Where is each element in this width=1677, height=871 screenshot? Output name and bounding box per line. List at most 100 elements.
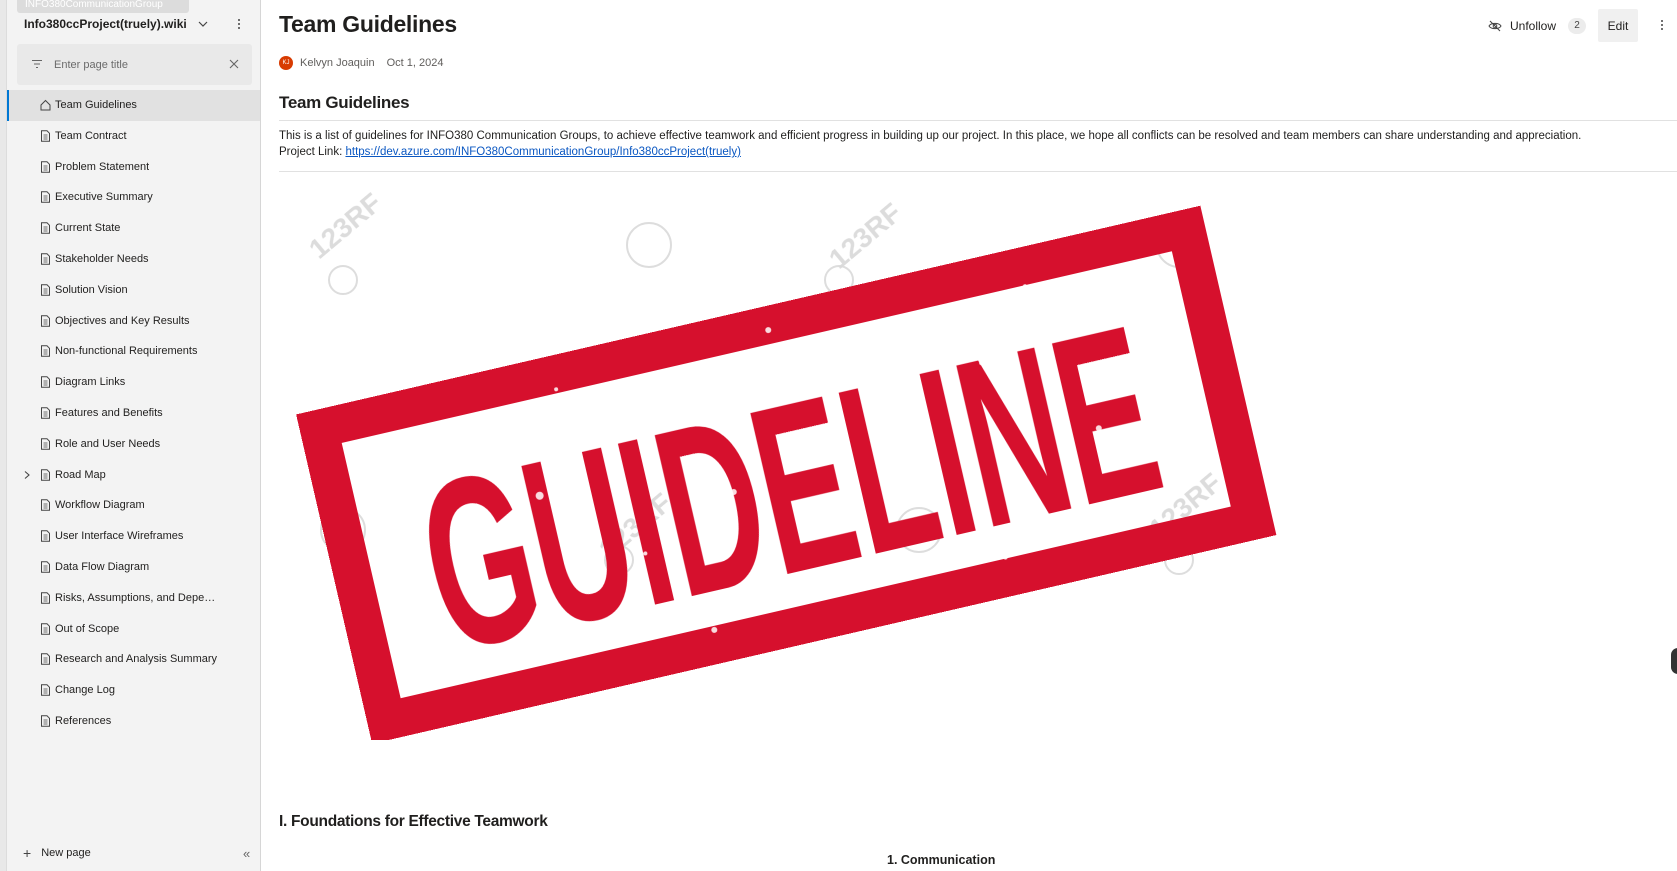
page-tree-item[interactable]: References [7,706,260,737]
page-tree-item[interactable]: Research and Analysis Summary [7,644,260,675]
page-icon [41,407,50,419]
page-tree-item[interactable]: Diagram Links [7,367,260,398]
page-filter [17,44,252,85]
page-tree-item-label: Problem Statement [55,160,150,173]
author-name[interactable]: Kelvyn Joaquin [300,57,375,69]
page-tree-item[interactable]: Risks, Assumptions, and Depen... [7,583,260,614]
svg-text:123RF: 123RF [823,197,907,275]
stamp: GUIDELINE [296,205,1277,744]
follower-count-badge: 2 [1568,18,1587,34]
page-icon [41,561,50,573]
page-tree-item-label: Data Flow Diagram [55,560,150,573]
page-more-options-icon[interactable] [1661,18,1665,32]
page-tree-item-label: Objectives and Key Results [55,314,190,327]
org-name-tab[interactable]: INFO380CommunicationGroup [17,0,189,13]
page-tree-item-label: Out of Scope [55,622,120,635]
author-info: KJ Kelvyn Joaquin Oct 1, 2024 [279,56,443,70]
page-tree-item[interactable]: Role and User Needs [7,429,260,460]
wiki-selector[interactable]: Info380ccProject(truely).wiki [24,15,209,33]
page-tree-item[interactable]: Problem Statement [7,152,260,183]
home-icon [40,99,51,111]
page-tree-item[interactable]: Current State [7,213,260,244]
heading-divider [279,120,1677,121]
page-tree-item[interactable]: Workflow Diagram [7,490,260,521]
wiki-page-content: Team Guidelines Unfollow 2 Edit KJ Kelvy… [261,0,1677,871]
wiki-name: Info380ccProject(truely).wiki [24,17,187,31]
page-icon [41,592,50,604]
eye-off-icon [1488,20,1502,32]
page-tree-item[interactable]: Road Map [7,460,260,491]
page-tree-item[interactable]: Features and Benefits [7,398,260,429]
page-icon [41,253,50,265]
page-title-filter-input[interactable] [54,56,224,74]
page-tree-item-label: User Interface Wireframes [55,530,184,543]
page-icon [41,530,50,542]
page-tree-item-label: Team Guidelines [55,99,137,111]
page-tree-item-label: Role and User Needs [55,437,161,450]
page-tree-item[interactable]: Data Flow Diagram [7,552,260,583]
svg-text:123RF: 123RF [303,187,387,265]
wiki-sidebar: INFO380CommunicationGroup Info380ccProje… [7,0,261,871]
page-icon [41,715,50,727]
edit-button[interactable]: Edit [1598,9,1638,42]
left-navigation-strip [0,0,7,871]
page-tree: Team Guidelines Team Contract Problem Stat… [7,90,260,737]
page-tree-item[interactable]: User Interface Wireframes [7,521,260,552]
page-tree-item-label: Non-functional Requirements [55,345,198,358]
project-link-label: Project Link: [279,146,343,158]
chevron-right-icon[interactable] [22,470,32,480]
page-icon [41,160,50,173]
page-tree-item-label: Diagram Links [55,376,126,389]
page-icon [41,284,50,296]
page-title: Team Guidelines [279,11,457,37]
filter-icon [32,59,42,69]
wiki-more-options-icon[interactable] [233,16,245,32]
content-heading: Team Guidelines [279,93,410,112]
page-tree-item[interactable]: Team Guidelines [7,90,260,121]
unfollow-button[interactable]: Unfollow 2 [1488,16,1587,36]
page-tree-item-label: Solution Vision [55,283,128,296]
page-tree-item-label: References [55,714,112,727]
page-tree-item-label: Stakeholder Needs [55,252,149,265]
page-tree-item[interactable]: Team Contract [7,121,260,152]
page-icon [41,130,50,142]
page-icon [41,222,50,234]
page-tree-item[interactable]: Out of Scope [7,614,260,645]
page-icon [41,684,50,696]
page-tree-item-label: Executive Summary [55,191,153,204]
page-icon [41,622,50,635]
unfollow-label: Unfollow [1510,19,1557,33]
new-page-button[interactable]: + New page [23,846,91,860]
page-tree-item-label: Workflow Diagram [55,499,145,512]
intro-paragraph: This is a list of guidelines for INFO380… [279,128,1669,160]
page-icon [41,468,50,481]
page-icon [41,499,50,512]
page-icon [41,314,50,327]
page-icon [41,376,50,388]
subsection-heading: 1. Communication [887,853,996,867]
intro-text: This is a list of guidelines for INFO380… [279,130,1582,142]
page-tree-item-label: Team Contract [55,129,127,142]
page-tree-item[interactable]: Non-functional Requirements [7,336,260,367]
collapse-sidebar-icon[interactable]: « [243,846,250,861]
section-heading: I. Foundations for Effective Teamwork [279,813,548,830]
page-tree-item-label: Features and Benefits [55,406,163,419]
page-tree-item-label: Change Log [55,684,115,697]
avatar: KJ [279,56,293,70]
close-icon[interactable] [227,57,241,71]
page-icon [41,653,50,666]
chevron-down-icon [198,21,208,27]
page-tree-item[interactable]: Solution Vision [7,275,260,306]
page-tree-item-label: Risks, Assumptions, and Depen... [55,591,217,604]
page-tree-item-label: Research and Analysis Summary [55,653,217,666]
page-tree-item[interactable]: Objectives and Key Results [7,306,260,337]
last-updated-date: Oct 1, 2024 [386,57,444,69]
page-tree-item-label: Road Map [55,468,106,481]
page-tree-item[interactable]: Stakeholder Needs [7,244,260,275]
scrollbar-thumb[interactable] [1671,648,1677,674]
page-tree-item[interactable]: Change Log [7,675,260,706]
page-tree-item[interactable]: Executive Summary [7,182,260,213]
page-tree-item-label: Current State [55,222,121,235]
page-icon [41,191,50,204]
project-link[interactable]: https://dev.azure.com/INFO380Communicati… [345,146,740,158]
